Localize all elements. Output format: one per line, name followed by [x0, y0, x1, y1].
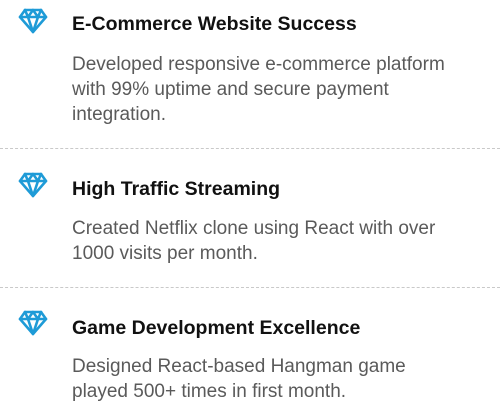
divider: [0, 287, 500, 288]
description-line: integration.: [72, 104, 167, 125]
description-line: 1000 visits per month.: [72, 243, 258, 264]
achievement-title: E-Commerce Website Success: [72, 13, 357, 35]
achievement-title: High Traffic Streaming: [72, 178, 281, 200]
description-line: played 500+ times in first month.: [72, 381, 347, 402]
diamond-icon: [18, 172, 48, 198]
achievement-description: Developed responsive e-commerce platform…: [72, 52, 445, 127]
diamond-icon: [18, 8, 48, 34]
achievement-description: Created Netflix clone using React with o…: [72, 216, 435, 266]
description-line: Designed React-based Hangman game: [72, 356, 406, 377]
achievement-description: Designed React-based Hangman game played…: [72, 354, 406, 404]
divider: [0, 148, 500, 149]
achievements-list: E-Commerce Website Success Developed res…: [0, 0, 500, 407]
achievement-title: Game Development Excellence: [72, 317, 361, 339]
description-line: Developed responsive e-commerce platform: [72, 54, 445, 75]
description-line: Created Netflix clone using React with o…: [72, 218, 436, 239]
diamond-icon: [18, 310, 48, 336]
description-line: with 99% uptime and secure payment: [72, 79, 389, 100]
